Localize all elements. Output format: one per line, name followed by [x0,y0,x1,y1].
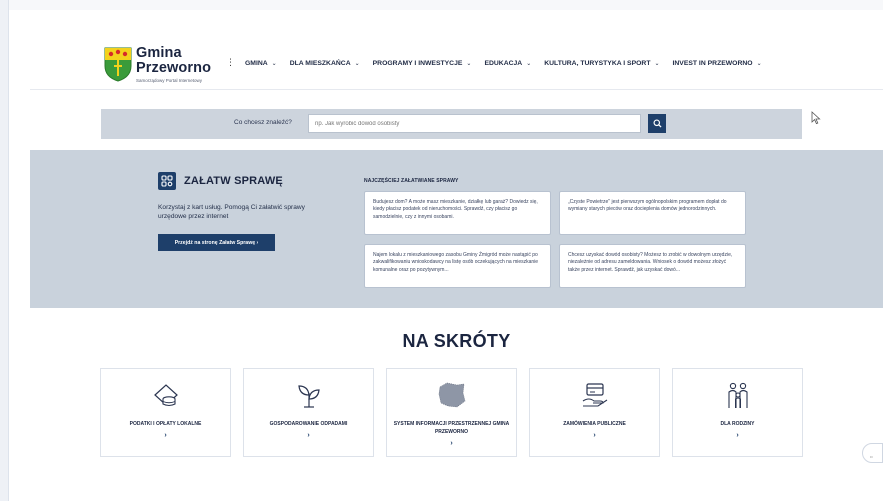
site-header: Gmina Przeworno Samorządowy Portal Inter… [30,40,883,90]
nav-item-kultura[interactable]: KULTURA, TURYSTYKA I SPORT ⌄ [544,60,659,67]
mouse-cursor-icon [811,111,821,125]
shortcut-label: PODATKI I OPŁATY LOKALNE [129,421,202,427]
search-label: Co chcesz znaleźć? [234,119,292,126]
left-panel-edge [0,0,9,501]
more-options-icon[interactable]: ⋮ [226,57,235,68]
zalatw-description: Korzystaj z kart usług. Pomogą Ci załatw… [158,204,305,220]
shortcut-label: ZAMÓWIENIA PUBLICZNE [563,421,626,427]
logo-subtitle: Samorządowy Portal Internetowy [136,78,203,83]
shortcuts-title: NA SKRÓTY [402,331,511,351]
shortcut-tile-sip[interactable]: SYSTEM INFORMACJI PRZESTRZENNEJ GMINA PR… [386,368,517,457]
nav-item-label: DLA MIESZKAŃCA [289,60,351,67]
site-logo[interactable]: Gmina Przeworno Samorządowy Portal Inter… [103,44,243,88]
nav-item-edukacja[interactable]: EDUKACJA ⌄ [484,60,531,67]
family-icon [727,382,748,408]
logo-name: Gmina Przeworno [136,46,211,76]
chevron-right-icon: › [450,440,453,447]
nav-item-programy[interactable]: PROGRAMY I INWESTYCJE ⌄ [373,60,472,67]
case-card[interactable]: Budujesz dom? A może masz mieszkanie, dz… [364,191,551,235]
coat-of-arms-icon [104,47,132,82]
shortcut-tile-odpady[interactable]: GOSPODAROWANIE ODPADAMI › [243,368,374,457]
coins-icon [153,384,178,407]
chevron-down-icon: ⌄ [526,61,532,67]
shortcut-tile-rodzina[interactable]: DLA RODZINY › [672,368,803,457]
nav-item-invest[interactable]: INVEST IN PRZEWORNO ⌄ [673,60,762,67]
search-input[interactable] [308,114,641,133]
payment-card-icon [582,383,607,407]
chevron-down-icon: ⌄ [354,61,360,67]
case-card[interactable]: Chcesz uzyskać dowód osobisty? Możesz to… [559,244,746,288]
case-card[interactable]: Najem lokalu z mieszkaniowego zasobu Gmi… [364,244,551,288]
zalatw-sprawe-button[interactable]: Przejdź na stronę Załatw Sprawę › [158,234,275,251]
nav-item-label: PROGRAMY I INWESTYCJE [372,60,463,67]
search-icon [652,119,662,128]
side-widget-tab[interactable]: •• [862,443,883,463]
map-icon [438,382,465,408]
shortcut-tile-zamowienia[interactable]: ZAMÓWIENIA PUBLICZNE › [529,368,660,457]
zalatw-title: ZAŁATW SPRAWĘ [184,175,283,187]
logo-name-line1: Gmina [136,45,182,61]
nav-item-label: EDUKACJA [484,60,523,67]
zalatw-sprawe-section: ZAŁATW SPRAWĘ Korzystaj z kart usług. Po… [30,150,883,308]
nav-item-gmina[interactable]: GMINA ⌄ [245,60,277,67]
chevron-right-icon: › [593,432,596,439]
chevron-down-icon: ⌄ [654,61,660,67]
side-widget-dots: •• [870,454,873,459]
search-bar: Co chcesz znaleźć? [101,109,802,139]
case-card[interactable]: „Czyste Powietrze" jest pierwszym ogólno… [559,191,746,235]
nav-item-dla-mieszkanca[interactable]: DLA MIESZKAŃCA ⌄ [290,60,360,67]
chevron-right-icon: › [307,432,310,439]
chevron-down-icon: ⌄ [271,61,277,67]
logo-name-line2: Przeworno [136,60,212,76]
chevron-down-icon: ⌄ [466,61,472,67]
shortcut-label: DLA RODZINY [720,421,755,427]
search-button[interactable] [648,114,666,133]
chevron-right-icon: › [736,432,739,439]
shortcut-tile-podatki[interactable]: PODATKI I OPŁATY LOKALNE › [100,368,231,457]
nav-item-label: INVEST IN PRZEWORNO [672,60,753,67]
nav-item-label: GMINA [245,60,268,67]
services-grid-icon [158,172,176,190]
top-edge [9,0,883,10]
chevron-right-icon: › [164,432,167,439]
shortcut-label: GOSPODAROWANIE ODPADAMI [269,421,348,427]
nav-item-label: KULTURA, TURYSTYKA I SPORT [544,60,651,67]
chevron-down-icon: ⌄ [756,61,762,67]
shortcut-label: SYSTEM INFORMACJI PRZESTRZENNEJ GMINA PR… [393,421,510,435]
main-nav: GMINA ⌄ DLA MIESZKAŃCA ⌄ PROGRAMY I INWEST… [245,60,775,67]
plant-icon [297,385,320,408]
most-common-heading: NAJCZĘŚCIEJ ZAŁATWIANE SPRAWY [364,178,459,184]
